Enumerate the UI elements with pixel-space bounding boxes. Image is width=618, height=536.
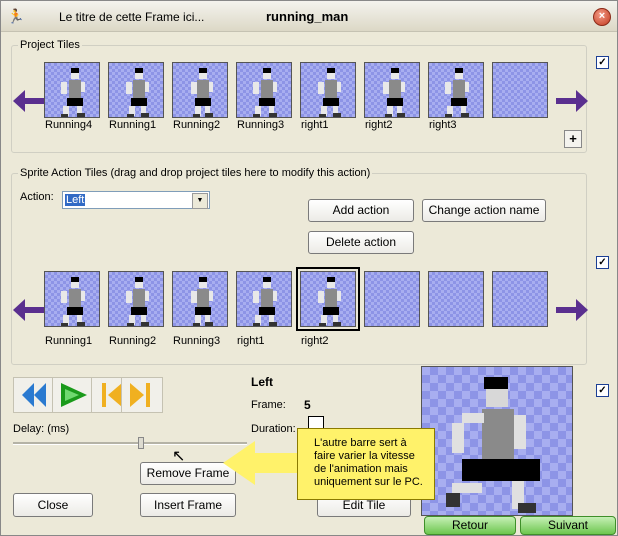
window-title: running_man: [266, 9, 349, 24]
project-tile-label: Running3: [237, 119, 285, 131]
insert-frame-button[interactable]: Insert Frame: [140, 493, 236, 517]
project-tile-label: right3: [429, 119, 457, 131]
project-tile-label: right2: [365, 119, 393, 131]
scroll-right-arrow-icon[interactable]: [556, 90, 588, 112]
action-tile-label: Running1: [45, 335, 93, 347]
project-tile-label: Running2: [173, 119, 221, 131]
action-dropdown[interactable]: Left ▼: [62, 191, 210, 209]
add-action-button[interactable]: Add action: [308, 199, 414, 222]
scroll-left-arrow-icon[interactable]: [13, 90, 45, 112]
add-tile-button[interactable]: +: [564, 130, 582, 148]
animation-preview: [421, 366, 573, 516]
running-man-app-icon: 🏃: [7, 8, 25, 24]
callout-arrow-icon: [223, 441, 255, 485]
play-icon: [61, 383, 87, 407]
project-tile[interactable]: [300, 62, 356, 118]
callout-stem: [253, 453, 299, 473]
close-icon[interactable]: ×: [593, 8, 611, 26]
project-tiles-checkbox[interactable]: ✓: [596, 56, 609, 69]
back-button[interactable]: Retour: [424, 516, 516, 535]
delay-slider-thumb[interactable]: [138, 437, 144, 449]
action-tile[interactable]: [428, 271, 484, 327]
delay-label: Delay: (ms): [13, 423, 70, 435]
rewind-button[interactable]: [13, 377, 55, 413]
last-frame-button[interactable]: [121, 377, 163, 413]
next-button[interactable]: Suivant: [520, 516, 616, 535]
action-tile[interactable]: [44, 271, 100, 327]
action-scroll-right-arrow-icon[interactable]: [556, 299, 588, 321]
play-button[interactable]: [52, 377, 94, 413]
action-tile[interactable]: [296, 267, 360, 331]
project-tile[interactable]: [172, 62, 228, 118]
remove-frame-button[interactable]: Remove Frame: [140, 462, 236, 485]
action-tile-label: right1: [237, 335, 265, 347]
duration-label: Duration:: [251, 423, 296, 435]
main-window: 🏃 Le titre de cette Frame ici... running…: [0, 0, 618, 536]
action-tile[interactable]: [236, 271, 292, 327]
project-tiles-legend: Project Tiles: [20, 39, 80, 51]
change-action-name-button[interactable]: Change action name: [422, 199, 546, 222]
project-tile[interactable]: [364, 62, 420, 118]
project-tile[interactable]: [108, 62, 164, 118]
chevron-down-icon[interactable]: ▼: [192, 193, 208, 209]
preview-checkbox[interactable]: ✓: [596, 384, 609, 397]
frame-label: Frame:: [251, 399, 286, 411]
close-button[interactable]: Close: [13, 493, 93, 517]
frame-value: 5: [304, 398, 311, 412]
window-subtitle: Le titre de cette Frame ici...: [59, 10, 205, 24]
rewind-icon: [22, 383, 46, 407]
sprite-action-legend: Sprite Action Tiles (drag and drop proje…: [20, 167, 371, 179]
action-tile-label: Running2: [109, 335, 157, 347]
project-tile[interactable]: [236, 62, 292, 118]
project-tile-label: right1: [301, 119, 329, 131]
delay-slider-track[interactable]: [13, 442, 247, 445]
action-tile[interactable]: [492, 271, 548, 327]
action-tile[interactable]: [364, 271, 420, 327]
delete-action-button[interactable]: Delete action: [308, 231, 414, 254]
action-scroll-left-arrow-icon[interactable]: [13, 299, 45, 321]
action-dropdown-value: Left: [65, 194, 86, 206]
action-tile-label: Running3: [173, 335, 221, 347]
project-tile[interactable]: [44, 62, 100, 118]
project-tile-label: Running1: [109, 119, 157, 131]
title-bar: 🏃 Le titre de cette Frame ici... running…: [1, 1, 617, 32]
project-tile[interactable]: [428, 62, 484, 118]
project-tile[interactable]: [492, 62, 548, 118]
current-action-name: Left: [251, 375, 273, 389]
skip-to-end-icon: [130, 383, 150, 407]
action-tiles-checkbox[interactable]: ✓: [596, 256, 609, 269]
action-tile[interactable]: [172, 271, 228, 327]
action-tile[interactable]: [108, 271, 164, 327]
project-tile-label: Running4: [45, 119, 93, 131]
running-man-preview-sprite: [446, 377, 540, 513]
callout-tooltip: L'autre barre sert à faire varier la vit…: [297, 428, 435, 500]
action-label: Action:: [20, 191, 54, 203]
action-tile-label: right2: [301, 335, 329, 347]
